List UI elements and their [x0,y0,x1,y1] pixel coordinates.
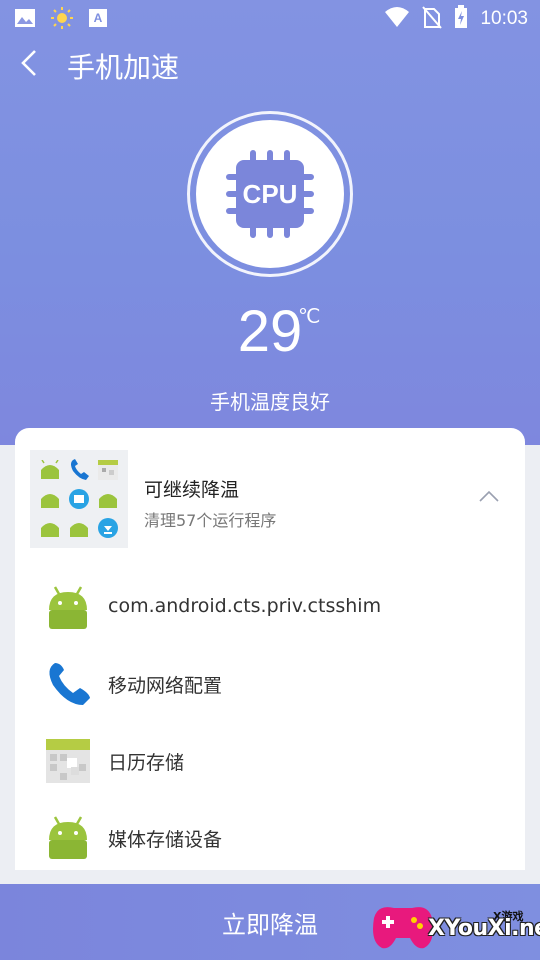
app-bar: 手机加速 [0,40,540,90]
group-title: 可继续降温 [144,479,240,501]
process-group-header[interactable]: 可继续降温 清理57个运行程序 [15,428,525,550]
app-name: 媒体存储设备 [108,829,223,851]
app-grid-icon [30,450,128,548]
status-bar: A 10:03 [0,0,540,36]
cool-down-button[interactable]: 立即降温 [140,884,400,960]
app-name: com.android.cts.priv.ctsshim [108,595,382,617]
page-title: 手机加速 [67,51,180,84]
temperature-display: 29 ℃ [0,298,540,365]
android-icon [45,585,91,631]
list-item[interactable]: 媒体存储设备 [15,801,525,870]
temperature-unit: ℃ [298,306,321,328]
temperature-value: 29 [237,299,303,364]
no-sim-icon [422,5,443,33]
sun-icon [50,6,74,34]
chevron-up-icon [479,490,499,502]
back-arrow-icon [21,49,37,81]
svg-text:A: A [94,11,103,25]
keyboard-a-icon: A [88,8,108,32]
phone-icon [45,661,91,707]
app-name: 日历存储 [108,752,185,774]
wifi-icon [384,6,410,32]
app-name: 移动网络配置 [108,675,223,697]
list-item[interactable]: 日历存储 [15,724,525,800]
watermark-text: XYouXi.net [428,916,540,941]
watermark: X游戏 XYouXi.net [368,886,540,958]
group-subtitle: 清理57个运行程序 [144,511,277,530]
image-icon [14,8,36,32]
cpu-chip-icon: CPU [226,150,314,238]
cpu-chip-label: CPU [243,179,298,209]
list-item[interactable]: com.android.cts.priv.ctsshim [15,571,525,647]
temperature-status: 手机温度良好 [210,390,330,414]
clock: 10:03 [480,8,528,29]
android-icon [45,815,91,861]
calendar-storage-icon [45,738,91,784]
process-card: 可继续降温 清理57个运行程序 com.android.cts.priv.cts… [15,428,525,870]
back-button[interactable] [14,48,44,82]
list-item[interactable]: 移动网络配置 [15,647,525,723]
cpu-badge: CPU [196,120,344,268]
battery-charging-icon [454,5,468,33]
collapse-button[interactable] [477,488,501,504]
